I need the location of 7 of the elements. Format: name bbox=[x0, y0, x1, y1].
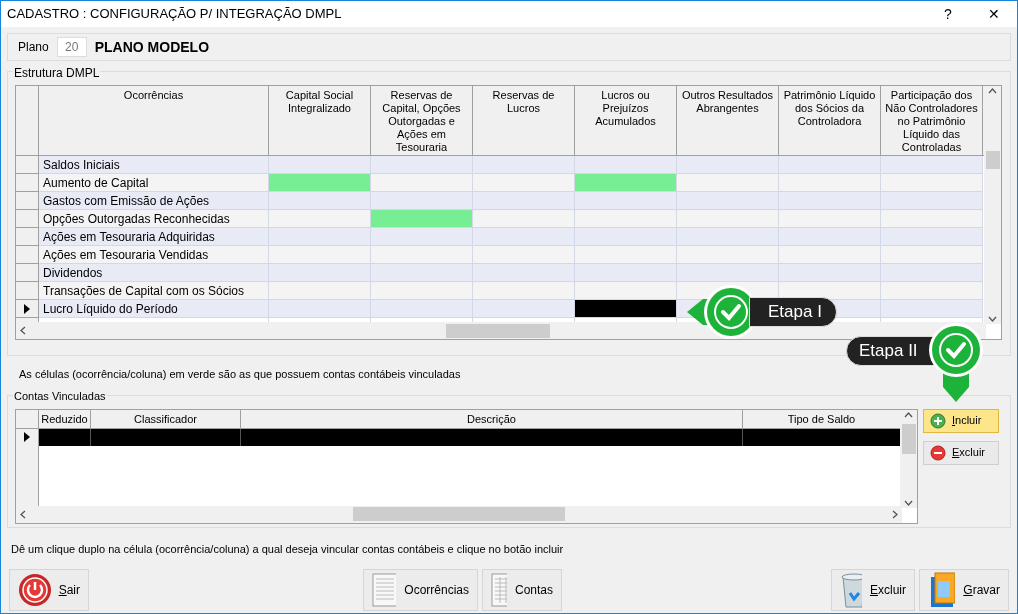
step-tooltip: Etapa II bbox=[846, 336, 935, 366]
legend-text: As células (ocorrência/coluna) em verde são as que possuem contas contábeis vinculadas bbox=[19, 367, 462, 382]
window-title: CADASTRO : CONFIGURAÇÃO P/ INTEGRAÇÃO DMPL bbox=[7, 5, 343, 24]
step-tooltip: Etapa I bbox=[749, 297, 837, 327]
plano-label: Plano bbox=[18, 39, 49, 56]
hint-text: Dê um clique duplo na célula (ocorrência/coluna) a qual deseja vincular contas contábeis e clique no botão incluir bbox=[11, 541, 565, 557]
plano-name: PLANO MODELO bbox=[94, 37, 210, 57]
